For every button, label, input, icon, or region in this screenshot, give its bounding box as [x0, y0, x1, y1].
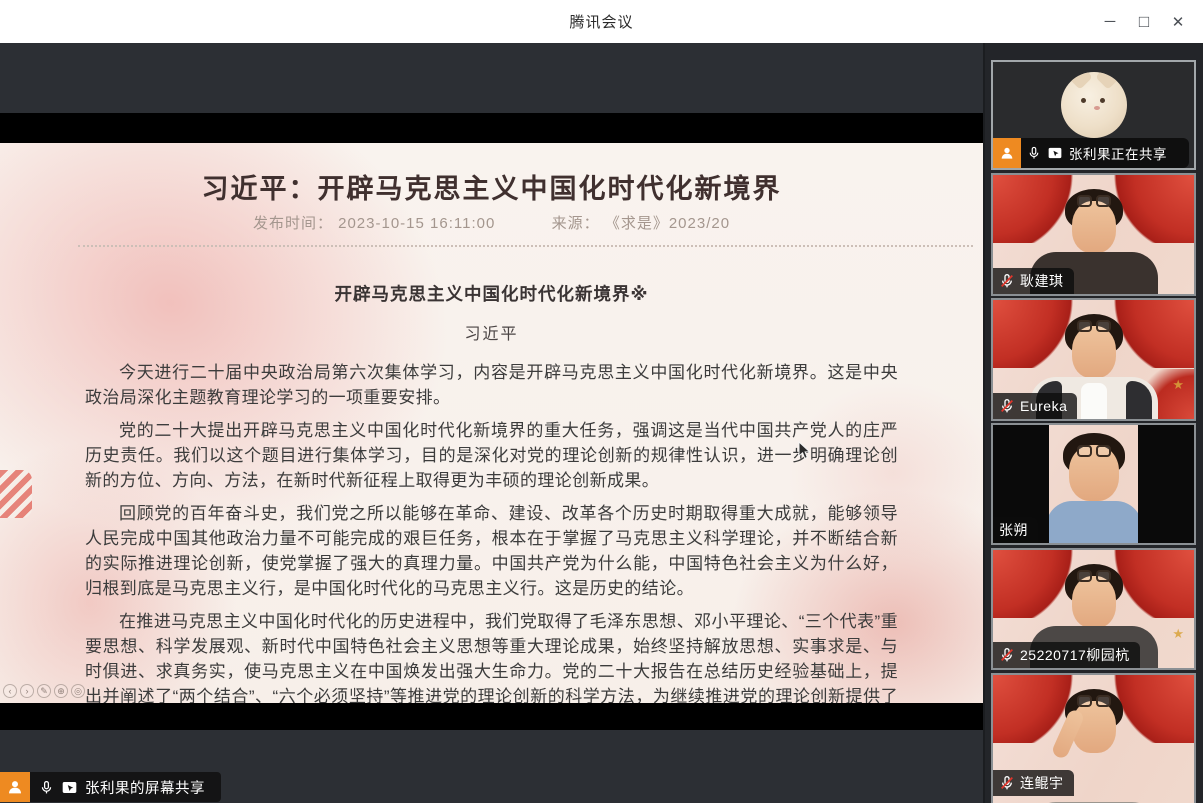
glasses	[1077, 320, 1111, 332]
participant-nameplate: 耿建琪	[993, 268, 1074, 294]
participant-tile-zhangshuo[interactable]: 张朔	[991, 423, 1196, 545]
glasses	[1077, 195, 1111, 207]
title-bar: 腾讯会议 ─ □ ✕	[0, 0, 1203, 43]
participant-name: 张朔	[999, 520, 1028, 540]
participant-name: 连鲲宇	[1020, 773, 1064, 793]
article: 习近平：开辟马克思主义中国化时代化新境界 发布时间： 2023-10-15 16…	[0, 143, 983, 703]
maximize-button[interactable]: □	[1127, 5, 1161, 39]
participant-tile-eureka[interactable]: ★ Eureka	[991, 298, 1196, 421]
source-label: 来源：	[552, 215, 600, 232]
mic-icon	[1027, 145, 1041, 161]
participant-nameplate: Eureka	[993, 393, 1077, 419]
pillarbox	[1138, 425, 1194, 543]
participants-sidebar: 张利果正在共享 耿建琪	[983, 43, 1203, 803]
participant-nameplate: 连鲲宇	[993, 770, 1074, 796]
glasses	[1077, 445, 1111, 457]
paragraph: 在推进马克思主义中国化时代化的历史进程中，我们党取得了毛泽东思想、邓小平理论、“…	[85, 609, 898, 703]
screen-share-banner: 张利果的屏幕共享	[0, 772, 221, 802]
participant-nameplate: 25220717柳园杭	[993, 642, 1140, 668]
article-heading: 开辟马克思主义中国化时代化新境界※	[0, 281, 983, 306]
sidebar-divider	[983, 43, 985, 803]
participant-name: 张利果正在共享	[1069, 143, 1175, 163]
dotted-divider	[78, 245, 973, 247]
reader-ghost-toolbar: ‹ › ✎ ⊕ ◎	[3, 684, 85, 698]
window-controls: ─ □ ✕	[1093, 0, 1195, 43]
close-button[interactable]: ✕	[1161, 5, 1195, 39]
cat-ear	[1095, 72, 1120, 90]
letterbox-top	[0, 113, 983, 143]
mic-muted-icon	[999, 398, 1015, 414]
paragraph: 党的二十大提出开辟马克思主义中国化时代化新境界的重大任务，强调这是当代中国共产党…	[85, 418, 898, 493]
participant-nameplate: 张利果正在共享	[993, 138, 1189, 168]
mic-muted-icon	[999, 647, 1015, 663]
participant-name: 25220717柳园杭	[1020, 645, 1130, 665]
mic-muted-icon	[999, 273, 1015, 289]
cat-nose	[1094, 106, 1100, 110]
paragraph: 今天进行二十届中央政治局第六次集体学习，内容是开辟马克思主义中国化时代化新境界。…	[85, 360, 898, 410]
cat-ear	[1067, 72, 1092, 90]
article-author: 习近平	[0, 320, 983, 344]
shared-screen-stage: 习近平：开辟马克思主义中国化时代化新境界 发布时间： 2023-10-15 16…	[0, 43, 983, 803]
share-banner-label: 张利果的屏幕共享	[30, 772, 221, 802]
back-icon: ‹	[3, 684, 17, 698]
article-page-title: 习近平：开辟马克思主义中国化时代化新境界	[40, 167, 943, 206]
edit-icon: ✎	[37, 684, 51, 698]
minimize-button[interactable]: ─	[1093, 5, 1127, 39]
add-icon: ⊕	[54, 684, 68, 698]
letterbox-bottom	[0, 703, 983, 730]
record-icon: ◎	[71, 684, 85, 698]
participant-tile-liankunyu[interactable]: 连鲲宇	[991, 673, 1196, 803]
host-icon	[993, 138, 1021, 168]
participant-name: Eureka	[1020, 398, 1067, 414]
participant-tile-liuyuanhang[interactable]: ★ 25220717柳园杭	[991, 548, 1196, 670]
app-title: 腾讯会议	[569, 11, 633, 32]
article-body: 今天进行二十届中央政治局第六次集体学习，内容是开辟马克思主义中国化时代化新境界。…	[0, 360, 983, 703]
publish-time-value: 2023-10-15 16:11:00	[338, 215, 495, 232]
glasses	[1077, 570, 1111, 582]
cat-eye	[1081, 98, 1086, 103]
host-icon	[0, 772, 30, 802]
mouse-cursor	[798, 441, 811, 460]
mic-icon	[39, 779, 54, 796]
article-meta: 发布时间： 2023-10-15 16:11:00 来源： 《求是》2023/2…	[0, 212, 983, 233]
participant-tile-zhangliguo[interactable]: 张利果正在共享	[991, 60, 1196, 170]
publish-time-label: 发布时间：	[253, 215, 333, 232]
source-value: 《求是》2023/20	[605, 215, 730, 232]
forward-icon: ›	[20, 684, 34, 698]
glasses	[1077, 695, 1111, 707]
screen-share-icon	[1047, 146, 1063, 160]
participant-nameplate: 张朔	[993, 517, 1038, 543]
participant-tile-gengjianqi[interactable]: 耿建琪	[991, 173, 1196, 296]
participant-name: 耿建琪	[1020, 271, 1064, 291]
cat-avatar	[1061, 72, 1127, 138]
cat-eye	[1100, 98, 1105, 103]
paragraph: 回顾党的百年奋斗史，我们党之所以能够在革命、建设、改革各个历史时期取得重大成就，…	[85, 501, 898, 601]
shared-document: 习近平：开辟马克思主义中国化时代化新境界 发布时间： 2023-10-15 16…	[0, 143, 983, 703]
share-banner-text: 张利果的屏幕共享	[85, 777, 205, 798]
mic-muted-icon	[999, 775, 1015, 791]
app-window: 腾讯会议 ─ □ ✕ 习近平：开辟马克思主义中国化时代化新境界 发布时间： 20…	[0, 0, 1203, 803]
screen-share-icon	[61, 780, 78, 795]
